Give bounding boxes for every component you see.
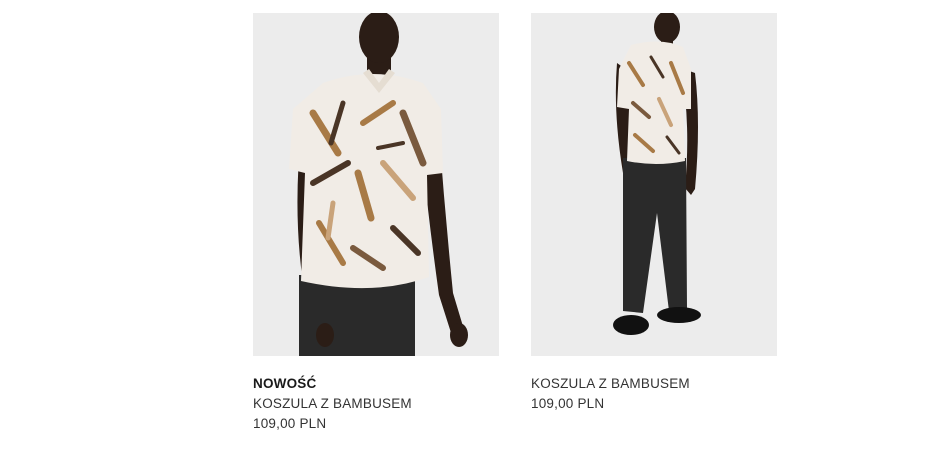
product-info: KOSZULA Z BAMBUSEM 109,00 PLN	[531, 374, 777, 414]
product-image-fullbody[interactable]	[531, 13, 777, 356]
product-card[interactable]: KOSZULA Z BAMBUSEM 109,00 PLN	[531, 13, 777, 414]
model-photo	[253, 13, 499, 356]
product-image-closeup[interactable]	[253, 13, 499, 356]
product-info: NOWOŚĆ KOSZULA Z BAMBUSEM 109,00 PLN	[253, 374, 499, 434]
model-photo	[531, 13, 777, 356]
product-price: 109,00 PLN	[531, 396, 605, 411]
new-badge: NOWOŚĆ	[253, 376, 317, 391]
product-name[interactable]: KOSZULA Z BAMBUSEM	[253, 394, 499, 414]
product-price: 109,00 PLN	[253, 416, 327, 431]
product-name[interactable]: KOSZULA Z BAMBUSEM	[531, 374, 777, 394]
product-grid: NOWOŚĆ KOSZULA Z BAMBUSEM 109,00 PLN KOS…	[0, 0, 949, 456]
product-card[interactable]: NOWOŚĆ KOSZULA Z BAMBUSEM 109,00 PLN	[253, 13, 499, 434]
